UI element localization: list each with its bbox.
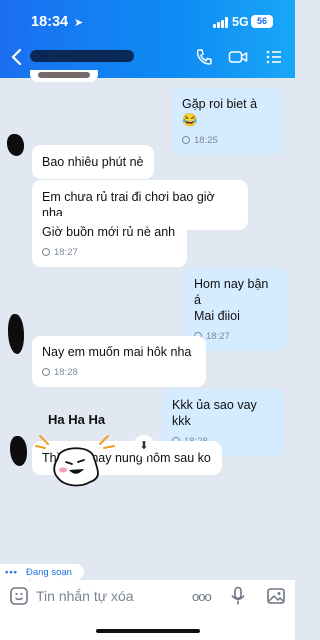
header-bar: 18:34 ➤ 5G 56 — [0, 0, 295, 78]
location-arrow-icon: ➤ — [74, 17, 84, 29]
message-text: Kkk ủa sao vay kkk — [172, 398, 257, 428]
laughing-ghost-icon — [35, 435, 115, 487]
typing-dots-icon: ••• — [5, 567, 18, 578]
message-text: Hom nay bận á — [194, 277, 269, 307]
message-text-line2: Mai điioi — [194, 309, 240, 323]
message-timestamp: 18:25 — [182, 133, 272, 149]
sticker-text: Ha Ha Ha — [48, 412, 106, 427]
video-call-icon[interactable] — [228, 47, 248, 67]
contact-name-redacted[interactable] — [30, 50, 134, 62]
message-bubble-outgoing[interactable]: Gặp roi biet à 😂 18:25 — [172, 88, 282, 155]
laughing-sticker[interactable]: Ha Ha Ha — [30, 404, 120, 494]
message-timestamp: 18:28 — [42, 365, 196, 381]
avatar[interactable] — [8, 314, 24, 354]
phone-call-icon[interactable] — [194, 47, 214, 67]
back-arrow-icon[interactable] — [6, 46, 28, 68]
battery-icon: 56 — [251, 15, 273, 28]
message-text: Nay em muốn mai hôk nha — [42, 345, 192, 359]
network-label: 5G — [232, 15, 249, 29]
avatar[interactable] — [10, 436, 27, 466]
message-timestamp: 18:27 — [194, 329, 278, 345]
avatar[interactable] — [7, 134, 24, 156]
download-icon[interactable]: ⬇ — [133, 435, 155, 457]
message-timestamp: 18:27 — [42, 245, 177, 261]
home-indicator — [96, 629, 200, 633]
chat-header — [0, 44, 295, 72]
composer-bar: Tin nhắn tự xóa ooo — [0, 580, 295, 640]
image-gallery-icon[interactable] — [266, 586, 286, 606]
message-input[interactable]: Tin nhắn tự xóa — [36, 588, 134, 604]
list-menu-icon[interactable] — [264, 47, 284, 67]
message-list[interactable]: Gặp roi biet à 😂 18:25 Bao nhiêu phút nè… — [0, 70, 295, 572]
signal-icon — [213, 17, 229, 28]
more-options-icon[interactable]: ooo — [192, 589, 212, 604]
status-bar: 18:34 ➤ 5G 56 — [0, 12, 295, 32]
message-text: Gặp roi biet à 😂 — [182, 97, 258, 127]
typing-indicator: ••• Đang soạn tin — [0, 564, 84, 589]
message-bubble-incoming[interactable]: Nay em muốn mai hôk nha 18:28 — [32, 336, 206, 387]
status-time: 18:34 — [31, 14, 69, 30]
sticker-emoji-icon[interactable] — [9, 586, 29, 606]
message-bubble-incoming[interactable]: Giờ buồn mới rủ nè anh 18:27 — [32, 216, 187, 267]
microphone-icon[interactable] — [229, 586, 247, 606]
message-text: Bao nhiêu phút nè — [42, 155, 144, 169]
message-bubble-incoming[interactable]: Bao nhiêu phút nè — [32, 145, 154, 179]
message-text: Giờ buồn mới rủ nè anh — [42, 225, 176, 239]
previous-message-fragment — [30, 70, 98, 82]
